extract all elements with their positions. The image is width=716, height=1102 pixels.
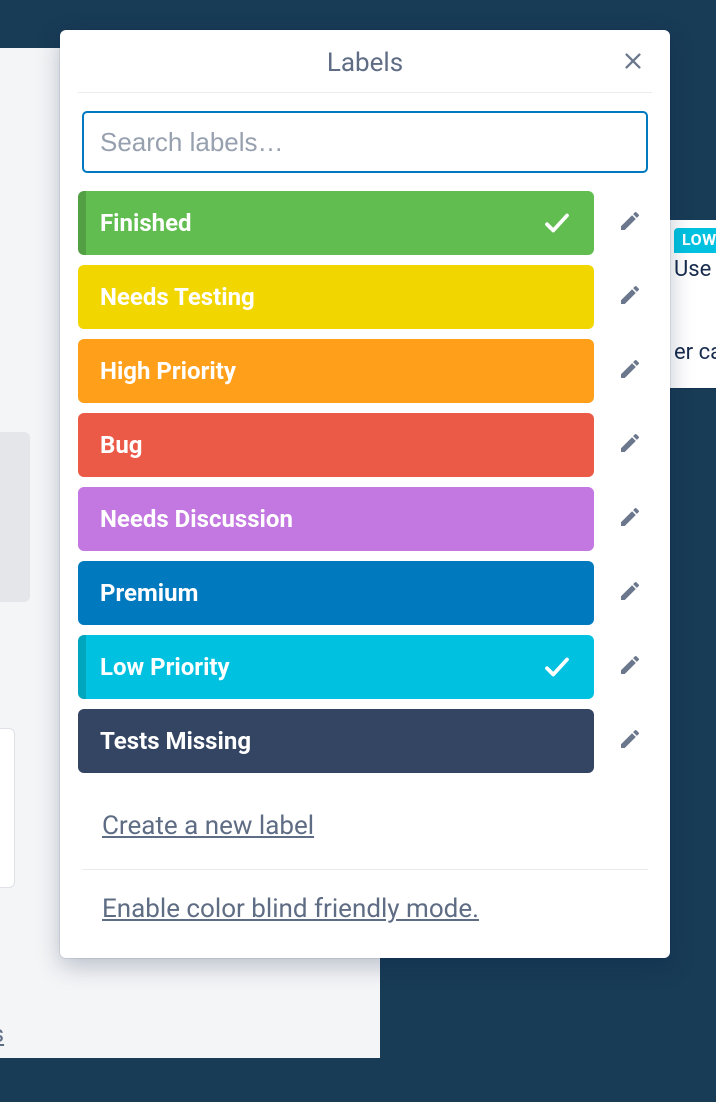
label-row: Finished	[78, 191, 652, 255]
label-name: Low Priority	[100, 653, 230, 681]
create-label-link[interactable]: Create a new label	[78, 787, 652, 847]
selected-stripe	[78, 191, 86, 255]
label-pill[interactable]: Low Priority	[78, 635, 594, 699]
pencil-icon	[618, 357, 642, 385]
label-name: Needs Discussion	[100, 505, 293, 533]
close-button[interactable]	[616, 46, 650, 80]
label-name: Tests Missing	[100, 727, 251, 755]
close-icon	[622, 50, 644, 76]
label-name: Premium	[100, 579, 198, 607]
label-row: Tests Missing	[78, 709, 652, 773]
edit-label-button[interactable]	[608, 201, 652, 245]
search-wrapper	[78, 111, 652, 191]
search-labels-input[interactable]	[82, 111, 648, 173]
label-name: Needs Testing	[100, 283, 255, 311]
colorblind-mode-link[interactable]: Enable color blind friendly mode.	[78, 870, 652, 930]
card-label-badge: LOW	[674, 228, 716, 253]
card-title-fragment: Use	[674, 257, 716, 282]
label-pill[interactable]: Finished	[78, 191, 594, 255]
edit-label-button[interactable]	[608, 275, 652, 319]
label-pill[interactable]: Premium	[78, 561, 594, 625]
edit-label-button[interactable]	[608, 423, 652, 467]
popover-title: Labels	[327, 48, 403, 78]
label-row: Needs Testing	[78, 265, 652, 329]
edit-label-button[interactable]	[608, 349, 652, 393]
pencil-icon	[618, 283, 642, 311]
label-name: Finished	[100, 209, 192, 237]
label-name: High Priority	[100, 357, 236, 385]
label-row: High Priority	[78, 339, 652, 403]
label-pill[interactable]: Needs Testing	[78, 265, 594, 329]
label-pill[interactable]: Needs Discussion	[78, 487, 594, 551]
popover-header: Labels	[78, 30, 652, 93]
background-card-right-2[interactable]: er ca	[666, 328, 716, 388]
pencil-icon	[618, 209, 642, 237]
label-row: Needs Discussion	[78, 487, 652, 551]
edit-label-button[interactable]	[608, 571, 652, 615]
labels-popover: Labels Finished Needs Testing High Priorit…	[60, 30, 670, 958]
background-card-fragment-2	[0, 728, 15, 888]
labels-list: Finished Needs Testing High Priority Bug Nee…	[78, 191, 652, 787]
edit-label-button[interactable]	[608, 497, 652, 541]
label-pill[interactable]: Bug	[78, 413, 594, 477]
background-card-fragment	[0, 432, 30, 602]
pencil-icon	[618, 579, 642, 607]
check-icon	[542, 652, 572, 682]
check-icon	[542, 208, 572, 238]
label-pill[interactable]: Tests Missing	[78, 709, 594, 773]
selected-stripe	[78, 635, 86, 699]
background-link-fragment[interactable]: ils	[0, 1020, 4, 1048]
label-row: Low Priority	[78, 635, 652, 699]
edit-label-button[interactable]	[608, 645, 652, 689]
pencil-icon	[618, 505, 642, 533]
card-title-fragment-2: er ca	[674, 340, 716, 365]
label-row: Premium	[78, 561, 652, 625]
edit-label-button[interactable]	[608, 719, 652, 763]
pencil-icon	[618, 653, 642, 681]
pencil-icon	[618, 727, 642, 755]
label-name: Bug	[100, 431, 142, 459]
pencil-icon	[618, 431, 642, 459]
label-pill[interactable]: High Priority	[78, 339, 594, 403]
label-row: Bug	[78, 413, 652, 477]
